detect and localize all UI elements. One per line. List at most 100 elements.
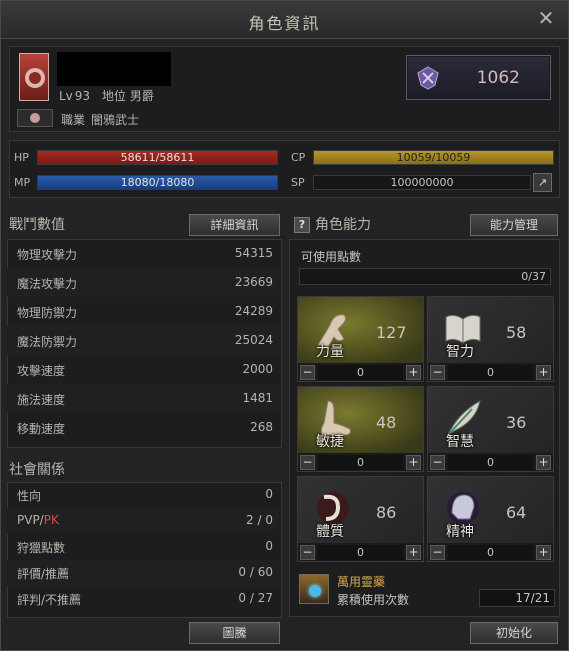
elixir-row: 萬用靈藥 累積使用次數 17/21 [293,568,557,612]
ability-card: 力量 127 −0 + [297,296,424,382]
titlebar[interactable]: 角色資訊 ✕ [1,1,568,39]
ability-name: 智慧 [446,434,474,450]
character-info-window: 角色資訊 ✕ Lv 93 地位 男爵 職業 闇鴉武士 1062 HP 58611/5… [0,0,569,651]
combat-stat-value: 25024 [234,333,273,347]
increase-button[interactable]: + [536,455,551,470]
sp-label: SP [291,176,305,189]
ability-allocation: 0 [318,545,403,560]
sp-exchange-button[interactable]: ↗ [533,173,552,192]
ability-allocation: 0 [448,455,533,470]
rank-value: 男爵 [129,89,154,103]
social-label-text: 性向 [17,489,42,503]
detail-info-button[interactable]: 詳細資訊 [189,214,280,236]
combat-stat-row: 魔法防禦力 25024 [7,326,279,355]
level-label: Lv [59,89,73,103]
ability-name: 精神 [446,524,474,540]
social-value: 0 [265,487,273,501]
ability-name: 敏捷 [316,434,344,450]
hp-bar: 58611/58611 [37,150,278,165]
social-value: 0 [265,539,273,553]
ability-stepper: −0 + [428,365,553,381]
social-label: 評判/不推薦 [17,591,81,608]
ability-allocation: 0 [448,545,533,560]
class-name: 闇鴉武士 [91,113,140,127]
ability-value: 127 [376,323,407,342]
ability-value: 86 [376,503,397,522]
ability-card: 智力 58 −0 + [427,296,554,382]
social-value: 2 / 0 [246,513,273,527]
available-points-label: 可使用點數 [301,250,362,264]
social-label: 評價/推薦 [17,565,69,582]
social-label-text: 評價/推薦 [17,567,70,581]
social-label: PVP/PK [17,513,59,527]
combat-stat-label: 攻擊速度 [17,364,66,378]
decrease-button[interactable]: − [430,455,445,470]
combat-stat-label: 物理攻擊力 [17,248,78,262]
ability-stepper: −0 + [298,545,423,561]
cp-label: CP [291,151,306,164]
ability-value: 58 [506,323,527,342]
ability-value: 36 [506,413,527,432]
combat-stat-label: 移動速度 [17,422,66,436]
combat-stat-value: 268 [250,420,273,434]
social-label: 性向 [17,487,41,504]
help-icon[interactable]: ? [294,217,310,233]
combat-stat-value: 24289 [234,304,273,318]
combat-stat-label: 魔法防禦力 [17,335,78,349]
ability-allocation: 0 [318,455,403,470]
decrease-button[interactable]: − [300,455,315,470]
elixir-icon [299,574,329,604]
level-value: 93 [74,89,91,103]
totem-button[interactable]: 圖騰 [189,622,280,644]
decrease-button[interactable]: − [430,545,445,560]
ability-stepper: −0 + [428,455,553,471]
social-row: 狩獵點數 0 [7,534,279,560]
combat-stat-row: 施法速度 1481 [7,384,279,413]
ability-stepper: −0 + [428,545,553,561]
social-label-text: PVP/ [17,513,44,527]
combat-stat-label: 物理防禦力 [17,306,78,320]
decrease-button[interactable]: − [430,365,445,380]
elixir-description: 累積使用次數 [337,593,410,607]
class-label: 職業 [61,113,86,127]
rank-label: 地位 [101,89,126,103]
mp-label: MP [14,176,31,189]
ability-stepper: −0 + [298,455,423,471]
elixir-name: 萬用靈藥 [337,575,386,589]
combat-stat-row: 物理攻擊力 54315 [7,239,279,268]
abilities-title: 角色能力 [315,217,371,233]
decrease-button[interactable]: − [300,545,315,560]
decrease-button[interactable]: − [300,365,315,380]
increase-button[interactable]: + [536,365,551,380]
available-points-value: 0/37 [299,268,551,285]
elixir-count: 17/21 [479,589,555,607]
ability-card: 精神 64 −0 + [427,476,554,562]
ability-manage-button[interactable]: 能力管理 [470,214,558,236]
increase-button[interactable]: + [406,455,421,470]
social-title: 社會關係 [9,462,65,478]
pk-label: PK [43,513,59,527]
ability-value: 64 [506,503,527,522]
close-icon[interactable]: ✕ [534,6,558,30]
ability-value: 48 [376,413,397,432]
social-row: 評價/推薦 0 / 60 [7,560,279,586]
combat-stat-row: 物理防禦力 24289 [7,297,279,326]
combat-stat-label: 魔法攻擊力 [17,277,78,291]
social-row: 性向 0 [7,482,279,508]
increase-button[interactable]: + [536,545,551,560]
combat-stat-row: 攻擊速度 2000 [7,355,279,384]
social-row: PVP/PK 2 / 0 [7,508,279,534]
combat-stat-value: 23669 [234,275,273,289]
social-label-text: 狩獵點數 [17,541,66,555]
increase-button[interactable]: + [406,365,421,380]
increase-button[interactable]: + [406,545,421,560]
reset-button[interactable]: 初始化 [470,622,558,644]
ability-card: 智慧 36 −0 + [427,386,554,472]
combat-stat-row: 魔法攻擊力 23669 [7,268,279,297]
social-label: 狩獵點數 [17,539,65,556]
hp-label: HP [14,151,29,164]
fame-value: 1062 [476,68,520,88]
ability-name: 力量 [316,344,344,360]
fame-display: 1062 [406,55,551,100]
social-label-text: 評判/不推薦 [17,593,82,607]
